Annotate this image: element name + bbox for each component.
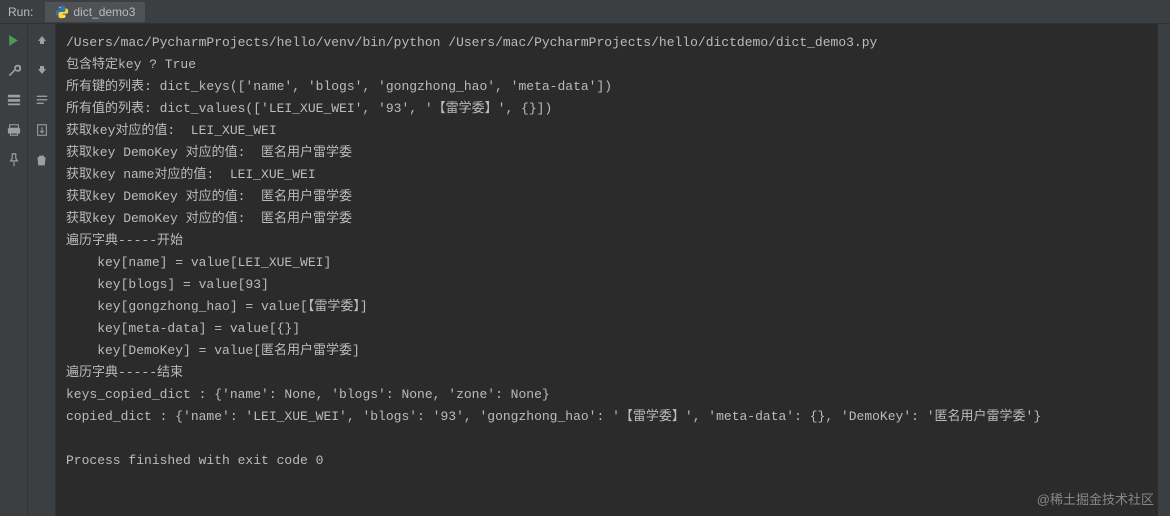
title-bar: Run: dict_demo3 [0,0,1170,24]
left-toolbar [0,24,28,516]
watermark: @稀土掘金技术社区 [1037,489,1154,508]
pin-icon[interactable] [6,152,22,168]
arrow-down-icon[interactable] [34,62,50,78]
main-area: /Users/mac/PycharmProjects/hello/venv/bi… [0,24,1170,516]
scroll-icon[interactable] [34,122,50,138]
play-icon[interactable] [6,32,22,48]
wrench-icon[interactable] [6,62,22,78]
run-config-tab[interactable]: dict_demo3 [45,2,145,22]
layout-icon[interactable] [6,92,22,108]
console-output[interactable]: /Users/mac/PycharmProjects/hello/venv/bi… [56,24,1170,516]
tab-label: dict_demo3 [73,5,135,19]
soft-wrap-icon[interactable] [34,92,50,108]
run-label: Run: [8,5,33,19]
trash-icon[interactable] [34,152,50,168]
scrollbar[interactable] [1158,24,1170,516]
arrow-up-icon[interactable] [34,32,50,48]
python-icon [55,5,69,19]
side-toolbar [28,24,56,516]
print-icon[interactable] [6,122,22,138]
